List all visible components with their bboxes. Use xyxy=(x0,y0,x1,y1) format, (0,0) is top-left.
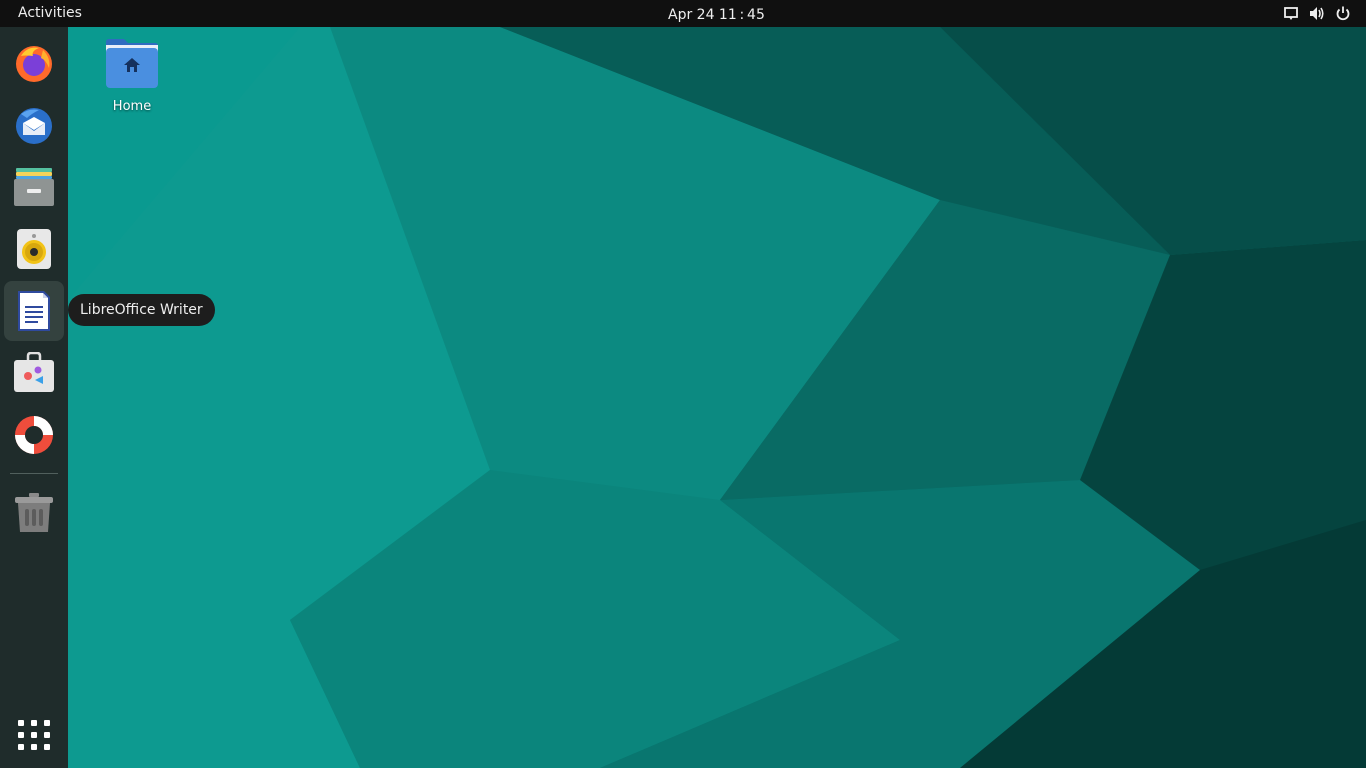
date-time-clock[interactable]: Apr 24 11 : 45 xyxy=(668,7,765,24)
dock xyxy=(0,27,68,768)
show-applications-button[interactable] xyxy=(14,715,54,755)
dock-item-software[interactable] xyxy=(4,343,64,403)
screen-icon[interactable] xyxy=(1282,5,1300,22)
dock-item-firefox[interactable] xyxy=(4,33,64,93)
writer-icon xyxy=(18,291,50,331)
dock-item-rhythmbox[interactable] xyxy=(4,219,64,279)
desktop-icon-label: Home xyxy=(112,99,152,114)
home-folder-icon xyxy=(106,39,158,88)
dock-tooltip: LibreOffice Writer xyxy=(68,294,215,326)
activities-button[interactable]: Activities xyxy=(18,5,82,22)
system-tray[interactable] xyxy=(1282,5,1352,22)
dock-item-help[interactable] xyxy=(4,405,64,465)
top-bar: Activities Apr 24 11 : 45 xyxy=(0,0,1366,27)
volume-icon[interactable] xyxy=(1308,5,1326,22)
dock-item-trash[interactable] xyxy=(4,483,64,543)
dock-item-files[interactable] xyxy=(4,157,64,217)
help-icon xyxy=(15,416,53,454)
app-grid-icon xyxy=(18,720,50,750)
power-icon[interactable] xyxy=(1334,5,1352,22)
desktop-icon-home[interactable]: Home xyxy=(96,36,168,120)
software-icon xyxy=(14,352,54,392)
thunderbird-icon xyxy=(16,108,52,144)
dock-separator xyxy=(10,473,58,474)
files-icon xyxy=(14,168,54,206)
dock-item-thunderbird[interactable] xyxy=(4,95,64,155)
desktop-wallpaper xyxy=(0,27,1366,768)
dock-item-libreoffice-writer[interactable] xyxy=(4,281,64,341)
rhythmbox-icon xyxy=(17,229,51,269)
trash-icon xyxy=(15,493,53,532)
firefox-icon xyxy=(16,46,52,82)
